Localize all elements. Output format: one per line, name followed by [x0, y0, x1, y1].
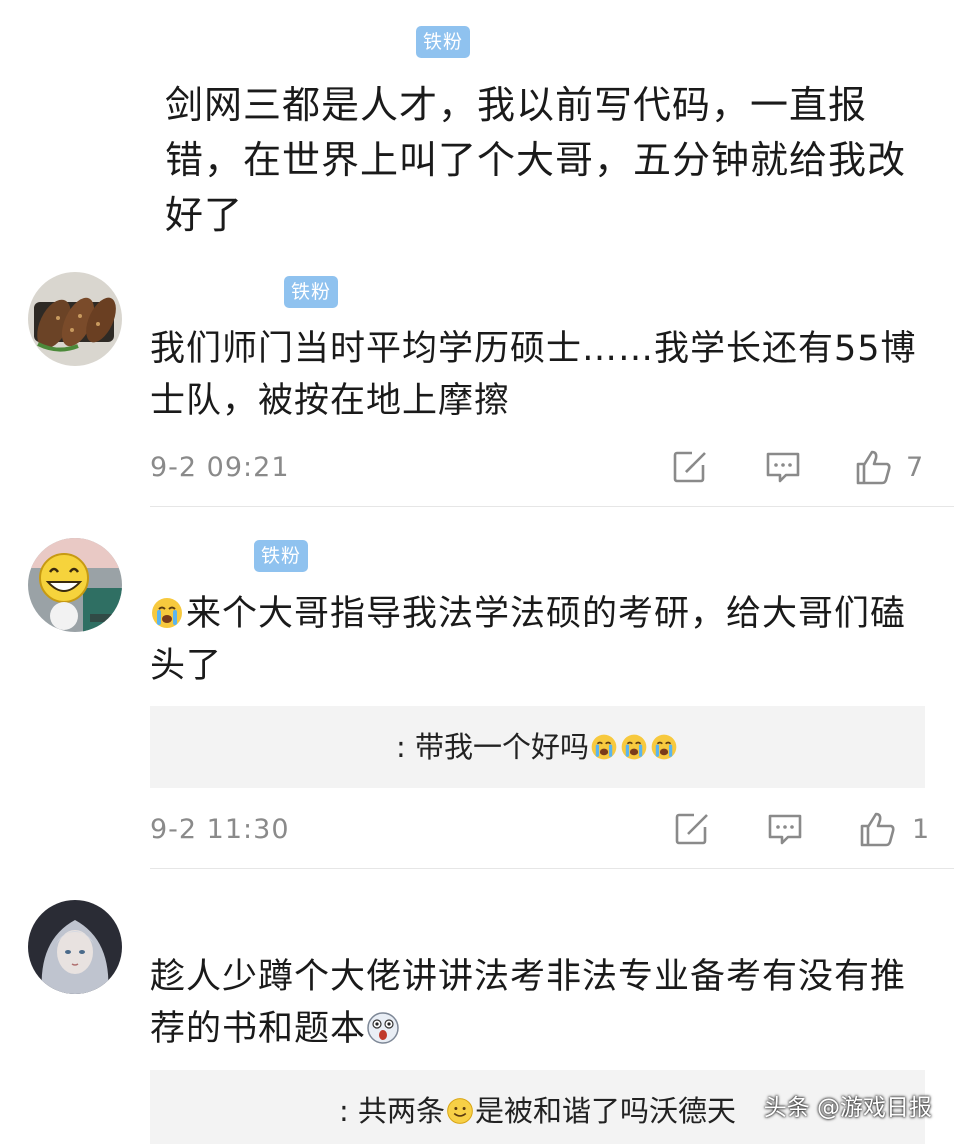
- comment-4: 趁人少蹲个大佬讲讲法考非法专业备考有没有推荐的书和题本 : 共两条 是被和谐了吗沃…: [0, 0, 954, 1144]
- anime-girl-avatar-image: [28, 900, 122, 994]
- comment-text: 趁人少蹲个大佬讲讲法考非法专业备考有没有推荐的书和题本: [150, 951, 925, 1055]
- reply-text-prefix: : 共两条: [338, 1094, 445, 1128]
- smile-emoji-icon: [447, 1098, 473, 1124]
- comment-text-body: 趁人少蹲个大佬讲讲法考非法专业备考有没有推荐的书和题本: [150, 957, 907, 1049]
- user-avatar[interactable]: [28, 900, 122, 994]
- shocked-emoji-icon: [367, 1012, 399, 1044]
- watermark: 头条 @游戏日报: [763, 1095, 932, 1121]
- reply-text-suffix: 是被和谐了吗沃德天: [474, 1094, 736, 1128]
